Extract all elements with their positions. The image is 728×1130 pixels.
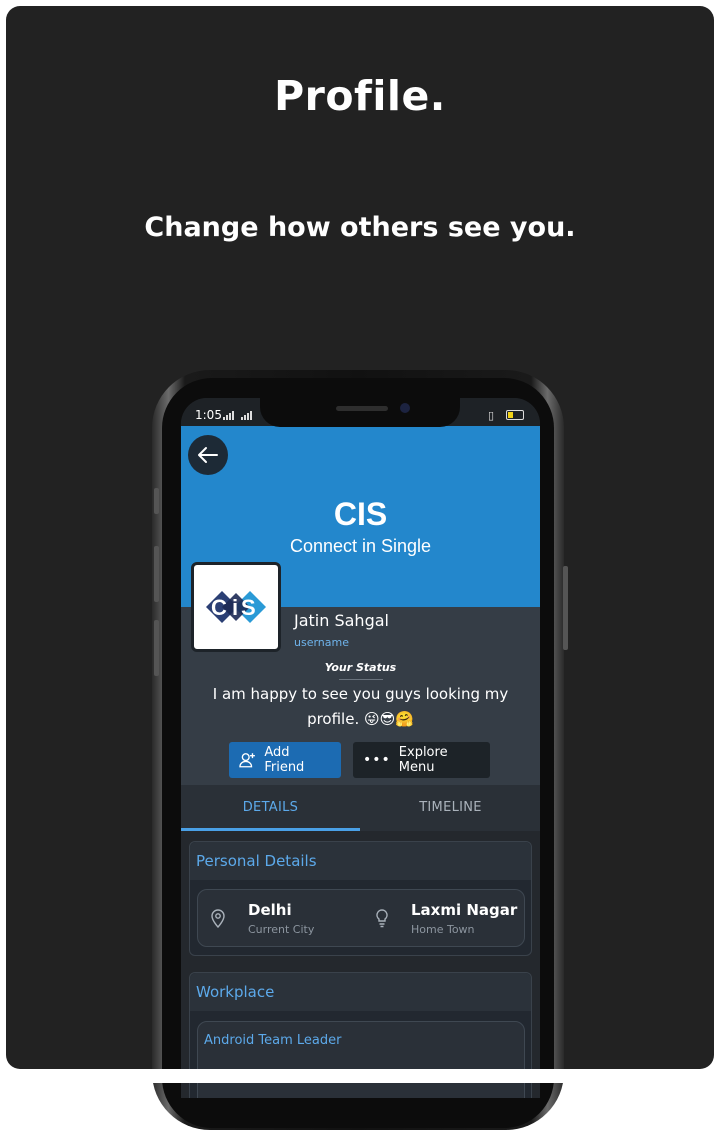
- explore-menu-label: Explore Menu: [398, 745, 448, 775]
- status-text: I am happy to see you guys looking my pr…: [212, 685, 509, 728]
- page-title: Profile.: [274, 72, 446, 120]
- back-arrow-icon[interactable]: [188, 435, 228, 475]
- personal-details-section: Personal Details Delhi Current City Laxm…: [189, 841, 532, 956]
- home-town-label: Home Town: [411, 923, 475, 936]
- add-user-icon: [239, 753, 255, 768]
- page-subtitle: Change how others see you.: [144, 212, 576, 243]
- current-city-value: Delhi: [248, 901, 292, 919]
- svg-text:i: i: [232, 595, 238, 620]
- personal-details-card: Delhi Current City Laxmi Nagar Home Town: [197, 889, 525, 947]
- profile-avatar[interactable]: C i S: [191, 562, 281, 652]
- volume-down-button: [154, 620, 159, 676]
- tab-timeline[interactable]: TIMELINE: [361, 800, 540, 815]
- lightbulb-icon: [374, 908, 390, 932]
- more-dots-icon: •••: [363, 752, 391, 768]
- tab-bar: DETAILS TIMELINE: [181, 785, 540, 831]
- front-camera: [400, 403, 410, 413]
- phone-screen: 1:05 ▯ CIS Connect in Single C i S Jatin…: [181, 398, 540, 1098]
- add-friend-button[interactable]: Add Friend: [229, 742, 341, 778]
- active-tab-indicator: [181, 828, 360, 831]
- workplace-card: Android Team Leader: [197, 1021, 525, 1098]
- profile-username[interactable]: username: [294, 636, 349, 649]
- cis-logo-icon: C i S: [206, 591, 266, 623]
- tab-details[interactable]: DETAILS: [181, 800, 360, 815]
- power-button: [563, 566, 568, 650]
- explore-menu-button[interactable]: ••• Explore Menu: [353, 742, 490, 778]
- svg-text:C: C: [211, 595, 227, 620]
- location-pin-icon: [210, 908, 226, 932]
- status-divider: [339, 679, 383, 680]
- status-time: 1:05: [195, 408, 222, 422]
- phone-speaker: [336, 406, 388, 411]
- signal-icon: [223, 411, 234, 420]
- page-bottom-margin: [0, 1069, 728, 1083]
- volume-up-button: [154, 546, 159, 602]
- home-town-value: Laxmi Nagar: [411, 901, 518, 919]
- workplace-role: Android Team Leader: [204, 1033, 342, 1048]
- workplace-heading: Workplace: [190, 973, 531, 1011]
- current-city-label: Current City: [248, 923, 315, 936]
- battery-icon: [506, 410, 524, 420]
- add-friend-label: Add Friend: [264, 745, 305, 775]
- banner-tagline: Connect in Single: [289, 536, 432, 556]
- mute-switch: [154, 488, 159, 514]
- personal-details-heading: Personal Details: [190, 842, 531, 880]
- profile-name: Jatin Sahgal: [294, 611, 389, 630]
- svg-text:S: S: [241, 595, 256, 620]
- banner-title: CIS: [333, 496, 388, 532]
- vibrate-icon: ▯: [488, 409, 495, 422]
- signal-icon-2: [241, 411, 252, 420]
- status-label: Your Status: [324, 661, 397, 674]
